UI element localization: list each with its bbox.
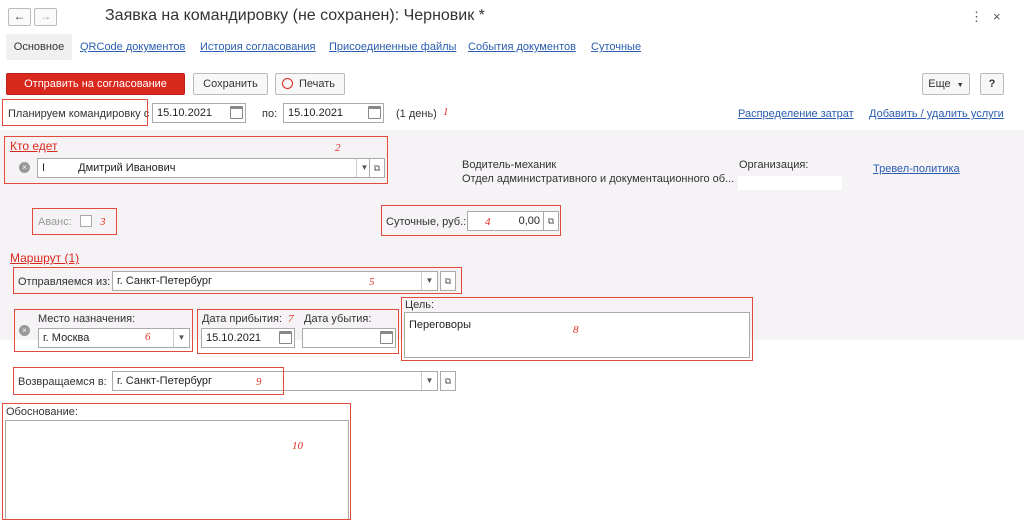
annotation-box [381, 205, 561, 236]
annotation-number: 8 [573, 324, 579, 336]
save-button[interactable]: Сохранить [193, 73, 268, 95]
plan-to-date-field[interactable]: 15.10.2021 [283, 103, 384, 123]
tab-attached-files[interactable]: Присоединенные файлы [329, 41, 456, 53]
travel-policy-link[interactable]: Тревел-политика [873, 163, 960, 175]
print-button[interactable]: Печать [275, 73, 345, 95]
close-icon[interactable]: × [993, 9, 1001, 24]
annotation-number: 6 [145, 331, 151, 343]
tab-document-events[interactable]: События документов [468, 41, 576, 53]
annotation-number: 7 [288, 313, 294, 325]
help-button[interactable]: ? [980, 73, 1004, 95]
more-label: Еще [928, 78, 951, 90]
add-remove-services-link[interactable]: Добавить / удалить услуги [869, 108, 1004, 120]
chevron-down-icon[interactable]: ▼ [421, 372, 437, 390]
send-for-approval-button[interactable]: Отправить на согласование [6, 73, 185, 95]
tab-approval-history[interactable]: История согласования [200, 41, 316, 53]
annotation-number: 9 [256, 376, 262, 388]
more-button[interactable]: Еще ▼ [922, 73, 970, 95]
annotation-number: 2 [335, 142, 341, 154]
annotation-number: 1 [443, 106, 449, 118]
organization-label: Организация: [739, 159, 809, 171]
calendar-icon[interactable] [230, 106, 243, 119]
annotation-number: 5 [369, 276, 375, 288]
route-section-title: Маршрут (1) [10, 251, 80, 265]
person-department: Отдел административного и документационн… [462, 173, 735, 185]
plan-from-date-field[interactable]: 15.10.2021 [152, 103, 246, 123]
annotation-box [13, 267, 462, 294]
annotation-number: 4 [485, 216, 491, 228]
more-vert-icon[interactable]: ⋮ [970, 9, 983, 25]
forward-button[interactable]: → [34, 8, 57, 26]
tab-per-diem[interactable]: Суточные [591, 41, 641, 53]
organization-value [738, 176, 842, 190]
plan-duration: (1 день) [396, 108, 437, 120]
calendar-icon[interactable] [368, 106, 381, 119]
annotation-box [13, 367, 284, 395]
annotation-box [2, 403, 351, 520]
annotation-box [197, 309, 399, 354]
annotation-number: 3 [100, 216, 106, 228]
printer-icon [282, 78, 293, 89]
annotation-box [14, 309, 193, 352]
annotation-box [2, 99, 148, 126]
page-title: Заявка на командировку (не сохранен): Че… [105, 7, 485, 24]
plan-to-label: по: [262, 108, 278, 120]
back-button[interactable]: ← [8, 8, 31, 26]
tab-qrcode[interactable]: QRCode документов [80, 41, 185, 53]
print-label: Печать [298, 78, 336, 90]
annotation-number: 10 [292, 440, 303, 452]
tab-main[interactable]: Основное [6, 34, 72, 60]
person-position: Водитель-механик [462, 159, 557, 171]
open-icon[interactable]: ⧉ [440, 371, 456, 391]
chevron-down-icon: ▼ [956, 82, 964, 89]
annotation-box [4, 136, 388, 184]
cost-distribution-link[interactable]: Распределение затрат [738, 108, 854, 120]
